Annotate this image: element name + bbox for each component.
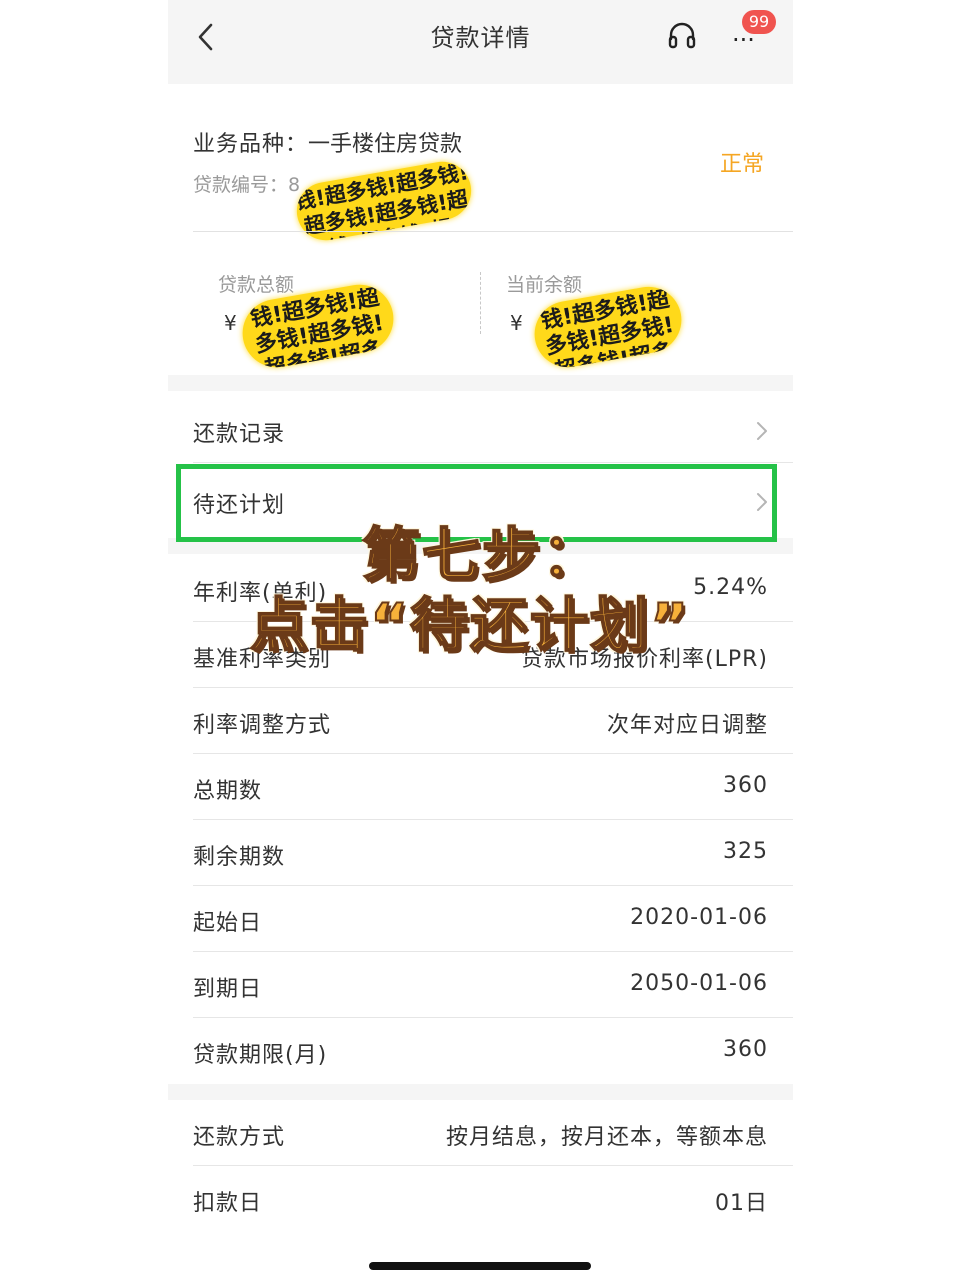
detail-row: 贷款期限(月) 360 (168, 1018, 793, 1084)
repayment-value: 01日 (715, 1191, 768, 1216)
detail-value: 360 (723, 1037, 768, 1062)
loan-type-row: 业务品种：一手楼住房贷款 (193, 126, 462, 158)
section-gap (168, 375, 793, 391)
notification-badge: 99 (742, 10, 776, 34)
chevron-right-icon (755, 420, 769, 442)
loan-type-label: 业务品种： (193, 132, 309, 157)
detail-value: 次年对应日调整 (606, 713, 768, 738)
detail-value: 360 (723, 773, 768, 798)
chevron-right-icon (755, 491, 769, 513)
headset-icon[interactable] (666, 20, 698, 52)
loan-number-row: 贷款编号：8 (193, 170, 300, 197)
link-row-repayment-records[interactable]: 还款记录 (168, 397, 793, 463)
detail-row: 到期日 2050-01-06 (168, 952, 793, 1018)
loan-number-prefix: 8 (288, 174, 301, 196)
page-title: 贷款详情 (430, 24, 531, 52)
detail-label: 到期日 (193, 977, 263, 1002)
loan-status: 正常 (720, 152, 765, 177)
loan-number-label: 贷款编号： (193, 174, 289, 196)
loan-type-value: 一手楼住房贷款 (308, 132, 463, 157)
repayment-row: 还款方式 按月结息，按月还本，等额本息 (168, 1100, 793, 1166)
row-divider (193, 462, 793, 463)
section-gap (168, 1084, 793, 1100)
repayment-label: 还款方式 (193, 1125, 286, 1150)
step-instruction: 点击“待还计划” (249, 590, 691, 660)
repayment-value: 按月结息，按月还本，等额本息 (445, 1125, 768, 1150)
detail-label: 总期数 (193, 779, 263, 804)
repayment-label: 扣款日 (193, 1191, 263, 1216)
divider (193, 231, 793, 232)
detail-label: 剩余期数 (193, 845, 286, 870)
amount-separator (480, 272, 481, 334)
detail-value: 5.24% (693, 575, 768, 600)
detail-value: 2050-01-06 (630, 971, 768, 996)
link-row-label: 待还计划 (193, 493, 286, 518)
total-amount-label: 贷款总额 (218, 274, 295, 296)
repayment-row: 扣款日 01日 (168, 1166, 793, 1232)
detail-label: 起始日 (193, 911, 263, 936)
detail-value: 325 (723, 839, 768, 864)
detail-row: 利率调整方式 次年对应日调整 (168, 688, 793, 754)
detail-value: 2020-01-06 (630, 905, 768, 930)
detail-label: 利率调整方式 (193, 713, 332, 738)
home-indicator[interactable] (369, 1262, 591, 1270)
detail-row: 起始日 2020-01-06 (168, 886, 793, 952)
balance-amount-label: 当前余额 (506, 274, 583, 296)
detail-row: 总期数 360 (168, 754, 793, 820)
nav-bar: 贷款详情 ··· 99 (168, 0, 793, 84)
detail-row: 剩余期数 325 (168, 820, 793, 886)
link-row-label: 还款记录 (193, 422, 286, 447)
detail-label: 贷款期限(月) (193, 1043, 328, 1068)
